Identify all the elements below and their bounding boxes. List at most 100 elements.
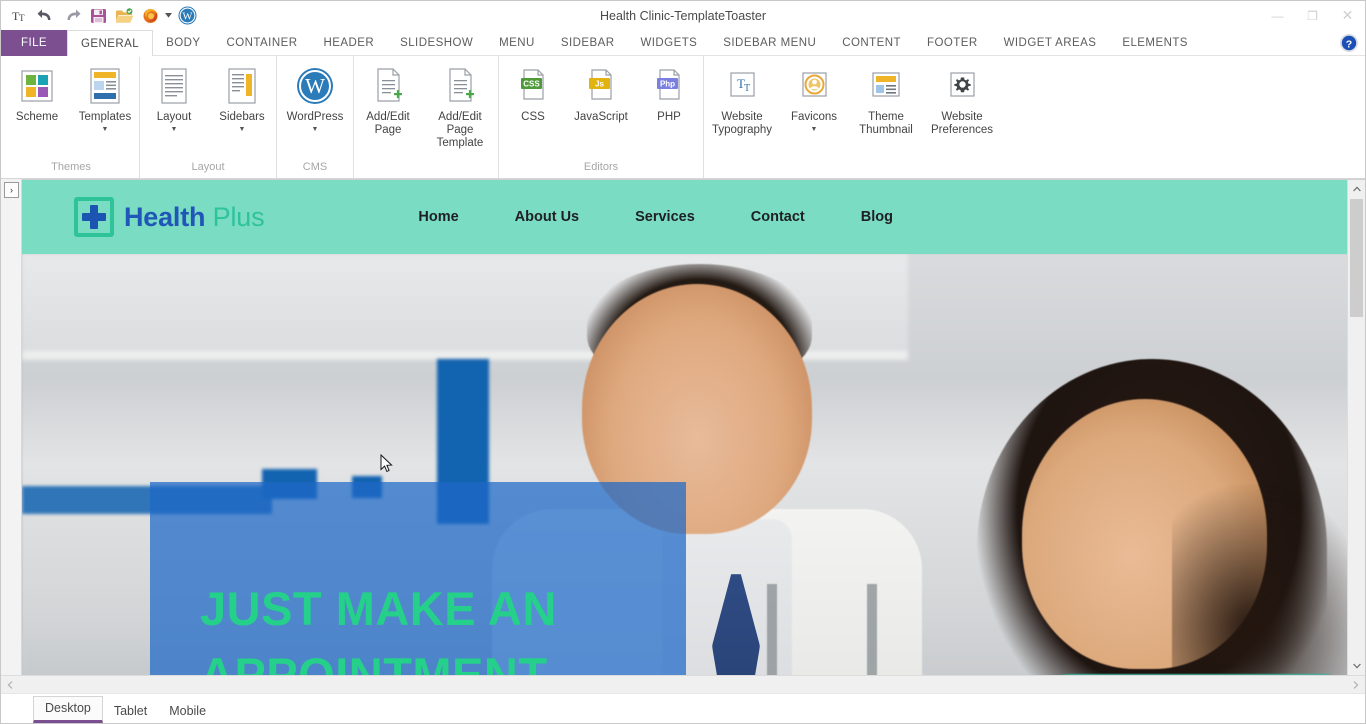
help-icon[interactable]: ?	[1339, 33, 1359, 53]
svg-text:W: W	[305, 74, 325, 98]
minimize-button[interactable]: —	[1260, 1, 1295, 30]
scroll-up-icon[interactable]	[1348, 180, 1366, 198]
logo-text-secondary: Plus	[212, 201, 265, 232]
device-tab-desktop[interactable]: Desktop	[33, 696, 103, 723]
site-navigation: Home About Us Services Contact Blog	[390, 209, 921, 225]
chevron-down-icon[interactable]: ▼	[171, 125, 178, 134]
device-tab-tablet[interactable]: Tablet	[102, 700, 159, 723]
tab-body[interactable]: BODY	[153, 30, 213, 56]
css-file-icon: CSS	[511, 64, 555, 108]
tab-file[interactable]: FILE	[1, 30, 67, 56]
window-controls: — ❐ ✕	[1260, 1, 1365, 30]
font-icon[interactable]: T T	[7, 4, 33, 28]
ribbon-button-wordpress[interactable]: W WordPress ▼	[277, 62, 353, 134]
favicons-icon	[792, 64, 836, 108]
templates-icon	[83, 64, 127, 108]
wordpress-icon[interactable]: W	[174, 4, 200, 28]
tab-content[interactable]: CONTENT	[829, 30, 914, 56]
nav-item-about-us[interactable]: About Us	[487, 209, 607, 225]
ribbon-button-scheme[interactable]: Scheme	[3, 62, 71, 124]
title-bar: T T W Health Clinic-TemplateToaster — ❐ …	[1, 1, 1365, 30]
svg-text:T: T	[744, 83, 750, 94]
ribbon-label-website-typography: Website Typography	[711, 111, 773, 136]
ribbon-button-website-typography[interactable]: T T Website Typography	[704, 62, 780, 137]
firefox-preview-icon[interactable]	[137, 4, 163, 28]
chevron-down-icon[interactable]: ▼	[239, 125, 246, 134]
ribbon-label-theme-thumbnail: Theme Thumbnail	[859, 111, 913, 136]
chevron-down-icon[interactable]: ▼	[811, 125, 818, 134]
hero-headline-line1: JUST MAKE AN	[200, 582, 557, 635]
site-header: Health Plus Home About Us Services Conta…	[22, 180, 1365, 254]
tab-slideshow[interactable]: SLIDESHOW	[387, 30, 486, 56]
ribbon-button-javascript[interactable]: Js JavaScript	[567, 62, 635, 124]
tab-widget-areas[interactable]: WIDGET AREAS	[991, 30, 1110, 56]
expand-panel-button[interactable]: ›	[4, 182, 19, 198]
svg-text:?: ?	[1346, 38, 1352, 50]
nav-item-services[interactable]: Services	[607, 209, 723, 225]
svg-text:Php: Php	[660, 80, 675, 89]
ribbon-group-label-website	[704, 156, 1000, 178]
ribbon-group-pages: Add/Edit Page Add/Edit Page Template	[354, 56, 499, 178]
site-hero-slideshow[interactable]: JUST MAKE AN APPOINTMENT ↑	[22, 254, 1365, 675]
svg-text:W: W	[182, 11, 192, 22]
tab-sidebar-menu[interactable]: SIDEBAR MENU	[710, 30, 829, 56]
ribbon-label-javascript: JavaScript	[574, 111, 628, 123]
ribbon-label-website-preferences: Website Preferences	[930, 111, 993, 136]
scrollbar-track[interactable]	[1348, 317, 1366, 657]
application-window: T T W Health Clinic-TemplateToaster — ❐ …	[0, 0, 1366, 724]
ribbon-button-templates[interactable]: Templates ▼	[71, 62, 139, 134]
ribbon-button-favicons[interactable]: Favicons ▼	[780, 62, 848, 134]
tab-header[interactable]: HEADER	[310, 30, 387, 56]
tab-general[interactable]: GENERAL	[67, 30, 154, 57]
tab-footer[interactable]: FOOTER	[914, 30, 991, 56]
ribbon-button-add-edit-page[interactable]: Add/Edit Page	[354, 62, 422, 137]
scroll-down-icon[interactable]	[1348, 657, 1366, 675]
close-button[interactable]: ✕	[1330, 1, 1365, 30]
nav-item-home[interactable]: Home	[390, 209, 486, 225]
preview-vertical-scrollbar[interactable]	[1347, 180, 1365, 675]
ribbon-tab-strip: FILE GENERAL BODY CONTAINER HEADER SLIDE…	[1, 30, 1365, 57]
ribbon-button-add-edit-page-template[interactable]: Add/Edit Page Template	[422, 62, 498, 150]
theme-thumbnail-icon	[864, 64, 908, 108]
save-icon[interactable]	[85, 4, 111, 28]
sidebars-icon	[220, 64, 264, 108]
scroll-left-icon[interactable]	[1, 676, 19, 693]
tab-elements[interactable]: ELEMENTS	[1109, 30, 1201, 56]
ribbon-button-theme-thumbnail[interactable]: Theme Thumbnail	[848, 62, 924, 137]
logo-text-primary: Health	[124, 201, 206, 232]
ribbon-label-scheme: Scheme	[15, 111, 59, 123]
tab-sidebar[interactable]: SIDEBAR	[548, 30, 628, 56]
ribbon-button-php[interactable]: Php PHP	[635, 62, 703, 124]
website-preview-canvas[interactable]: Health Plus Home About Us Services Conta…	[22, 179, 1365, 675]
medical-cross-icon	[74, 197, 114, 237]
chevron-down-icon[interactable]	[163, 4, 174, 28]
ribbon-button-sidebars[interactable]: Sidebars ▼	[208, 62, 276, 134]
ribbon-group-layout: Layout ▼ Sidebars ▼ Layout	[140, 56, 277, 178]
scrollbar-thumb[interactable]	[1350, 199, 1363, 317]
nav-item-contact[interactable]: Contact	[723, 209, 833, 225]
ribbon-label-css: CSS	[521, 111, 545, 123]
tab-menu[interactable]: MENU	[486, 30, 548, 56]
preview-horizontal-scrollbar[interactable]	[1, 675, 1365, 693]
nav-item-blog[interactable]: Blog	[833, 209, 921, 225]
device-tab-mobile[interactable]: Mobile	[158, 700, 218, 723]
ribbon: Scheme Templates ▼ Themes Layout ▼ Sideb…	[1, 56, 1365, 179]
chevron-down-icon[interactable]: ▼	[102, 125, 109, 134]
ribbon-button-layout[interactable]: Layout ▼	[140, 62, 208, 134]
chevron-down-icon[interactable]: ▼	[312, 125, 319, 134]
ribbon-label-php: PHP	[657, 111, 681, 123]
site-logo[interactable]: Health Plus	[74, 197, 265, 237]
restore-button[interactable]: ❐	[1295, 1, 1330, 30]
quick-access-toolbar: T T W	[1, 1, 200, 30]
redo-icon[interactable]	[59, 4, 85, 28]
scroll-right-icon[interactable]	[1347, 676, 1365, 693]
ribbon-button-website-preferences[interactable]: Website Preferences	[924, 62, 1000, 137]
undo-icon[interactable]	[33, 4, 59, 28]
tab-widgets[interactable]: WIDGETS	[627, 30, 710, 56]
open-folder-icon[interactable]	[111, 4, 137, 28]
ribbon-button-css[interactable]: CSS CSS	[499, 62, 567, 124]
ribbon-label-sidebars: Sidebars	[219, 111, 265, 123]
tab-container[interactable]: CONTAINER	[214, 30, 311, 56]
hero-headline: JUST MAKE AN APPOINTMENT	[200, 576, 720, 675]
ribbon-group-themes: Scheme Templates ▼ Themes	[3, 56, 140, 178]
